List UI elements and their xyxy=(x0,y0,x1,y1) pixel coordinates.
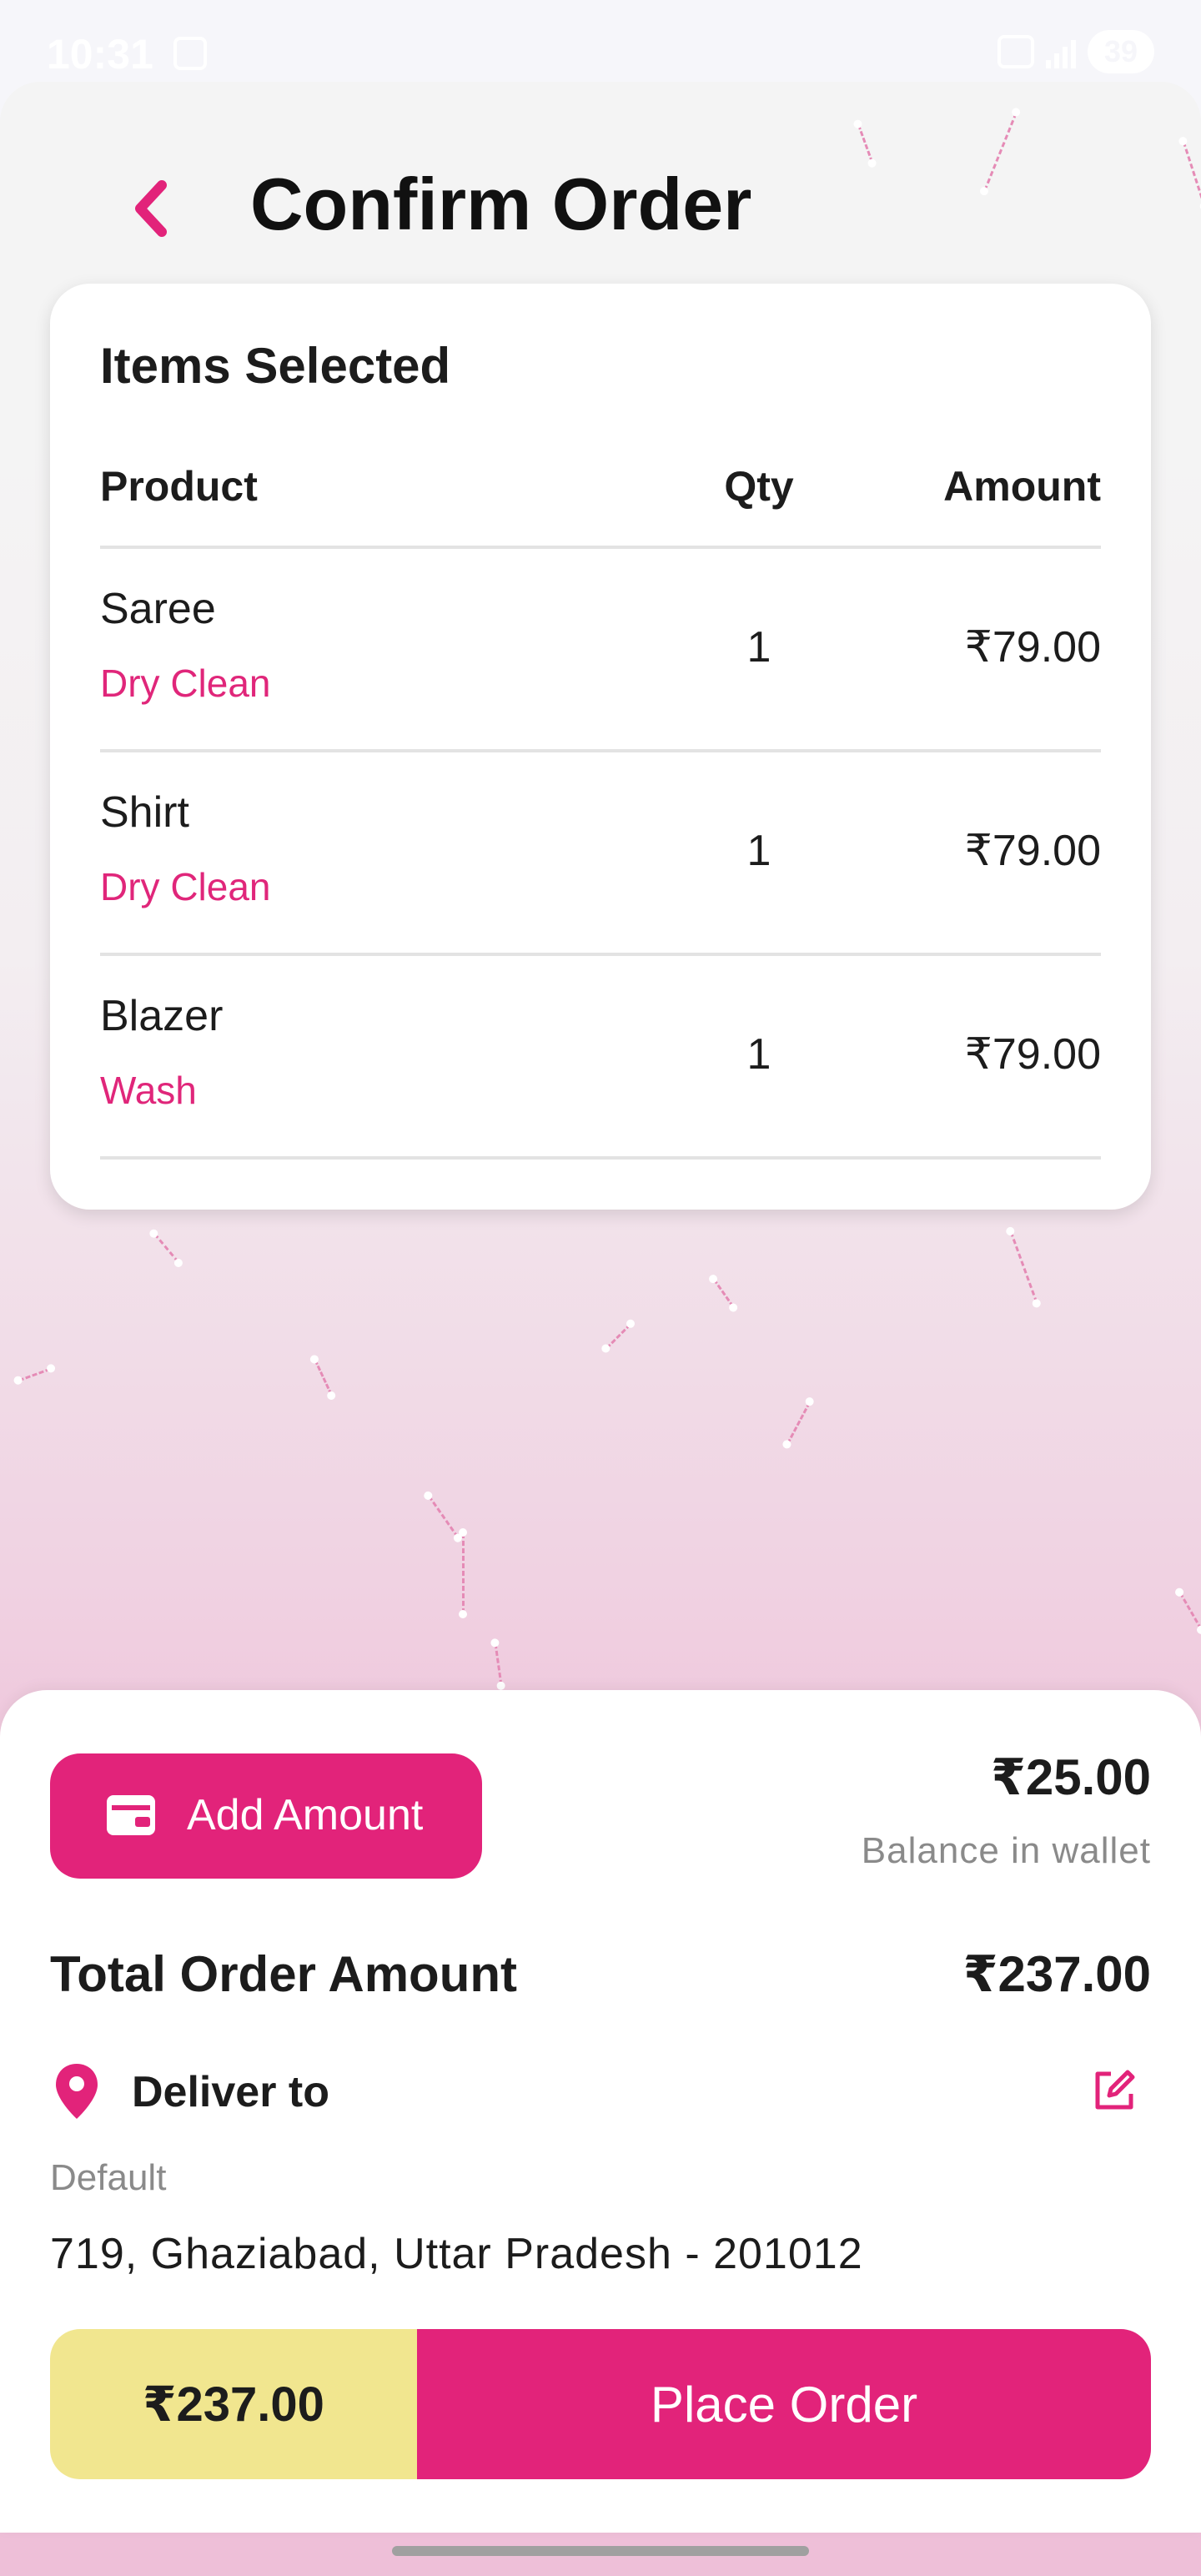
confetti-decoration xyxy=(494,1643,503,1685)
confetti-decoration xyxy=(1178,1592,1201,1630)
table-row: Shirt Dry Clean 1 ₹79.00 xyxy=(100,752,1101,956)
order-bar: ₹237.00 Place Order xyxy=(50,2329,1151,2479)
service-type: Dry Clean xyxy=(100,865,271,908)
product-qty: 1 xyxy=(746,623,771,672)
table-row: Blazer Wash 1 ₹79.00 xyxy=(100,956,1101,1160)
wallet-balance-caption: Balance in wallet xyxy=(861,1830,1151,1871)
product-name: Saree xyxy=(100,585,216,633)
table-row: Saree Dry Clean 1 ₹79.00 xyxy=(100,549,1101,752)
order-price: ₹237.00 xyxy=(50,2329,417,2479)
card-title: Items Selected xyxy=(100,338,451,394)
edit-icon[interactable] xyxy=(1089,2065,1139,2116)
items-selected-card: Items Selected Product Qty Amount Saree … xyxy=(50,284,1151,1210)
confetti-decoration xyxy=(786,1401,811,1445)
battery-indicator: 39 xyxy=(1087,30,1154,73)
product-name: Shirt xyxy=(100,788,189,837)
row-divider xyxy=(100,1156,1101,1160)
back-button[interactable] xyxy=(117,175,183,242)
location-pin-icon xyxy=(56,2064,98,2119)
product-qty: 1 xyxy=(746,827,771,875)
confetti-decoration xyxy=(459,1528,467,1618)
confetti-decoration xyxy=(428,1495,459,1538)
screenshot-icon xyxy=(173,37,207,70)
delivery-address: 719, Ghaziabad, Uttar Pradesh - 201012 xyxy=(50,2230,863,2278)
column-header-qty: Qty xyxy=(724,463,794,510)
column-header-amount: Amount xyxy=(943,463,1101,510)
service-type: Wash xyxy=(100,1069,197,1112)
product-amount: ₹79.00 xyxy=(964,623,1101,672)
deliver-to-label: Deliver to xyxy=(132,2068,329,2116)
confetti-decoration xyxy=(314,1359,333,1396)
add-amount-label: Add Amount xyxy=(187,1791,424,1839)
confetti-decoration xyxy=(153,1233,179,1263)
status-time: 10:31 xyxy=(47,31,153,78)
status-icons: 39 xyxy=(997,30,1154,73)
confetti-decoration xyxy=(712,1278,735,1308)
total-order-value: ₹237.00 xyxy=(962,1946,1151,2002)
wallet-icon xyxy=(107,1795,155,1835)
column-header-product: Product xyxy=(100,463,258,510)
product-qty: 1 xyxy=(746,1030,771,1079)
signal-icon xyxy=(1045,35,1076,68)
header: Confirm Order xyxy=(0,150,1201,267)
chevron-left-icon xyxy=(135,180,167,237)
place-order-button[interactable]: Place Order xyxy=(417,2329,1151,2479)
wallet-balance: ₹25.00 xyxy=(991,1749,1151,1805)
home-indicator[interactable] xyxy=(392,2546,809,2556)
confetti-decoration xyxy=(18,1367,51,1382)
product-name: Blazer xyxy=(100,992,224,1040)
address-tag: Default xyxy=(50,2157,167,2198)
page-title: Confirm Order xyxy=(250,163,752,245)
product-amount: ₹79.00 xyxy=(964,827,1101,875)
product-amount: ₹79.00 xyxy=(964,1030,1101,1079)
table-header: Product Qty Amount xyxy=(100,462,1101,510)
service-type: Dry Clean xyxy=(100,662,271,705)
wifi-icon xyxy=(997,35,1034,68)
confetti-decoration xyxy=(606,1323,631,1350)
total-order-label: Total Order Amount xyxy=(50,1946,517,2002)
order-summary-sheet: Add Amount ₹25.00 Balance in wallet Tota… xyxy=(0,1690,1201,2533)
add-amount-button[interactable]: Add Amount xyxy=(50,1753,482,1879)
confetti-decoration xyxy=(1009,1231,1038,1303)
